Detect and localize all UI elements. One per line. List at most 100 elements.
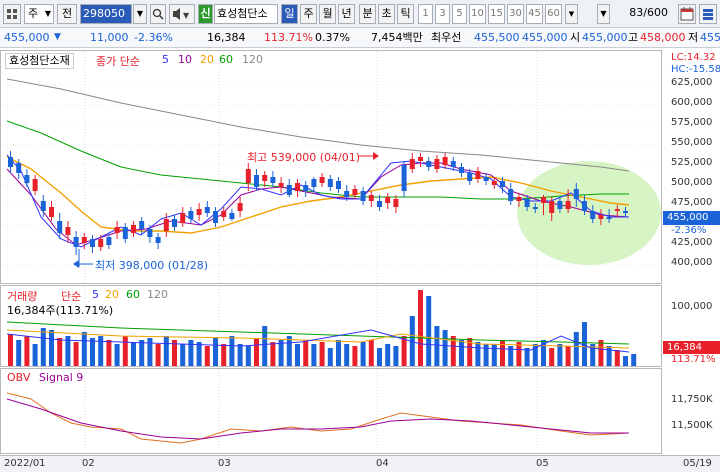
high-label: 고 xyxy=(628,31,639,44)
interval-1[interactable]: 1 xyxy=(418,4,433,24)
calendar-icon[interactable] xyxy=(678,4,696,24)
volume-bar xyxy=(254,338,259,366)
candle xyxy=(508,189,514,201)
candle xyxy=(131,225,136,233)
stack-icon[interactable] xyxy=(699,4,717,24)
volume-bar xyxy=(344,344,350,366)
volume-scale[interactable]: 100,000 16,384 113.71% xyxy=(663,285,720,367)
stock-name-field[interactable]: 효성첨단소 xyxy=(214,4,278,24)
ma60-label: 60 xyxy=(219,53,233,66)
obv-signal-line xyxy=(6,398,629,440)
candle xyxy=(319,177,325,183)
stock-code-input[interactable]: 298050 xyxy=(80,4,132,24)
down-arrow-icon: ▼ xyxy=(54,32,61,42)
market-type-select[interactable]: 주 ▼ xyxy=(24,4,54,24)
period-year[interactable]: 년 xyxy=(338,4,355,24)
price-scale[interactable]: LC:14.32 HC:-15.58 625,000 600,000 575,0… xyxy=(663,50,720,284)
new-tag[interactable]: 신 xyxy=(198,4,213,24)
volume-bar xyxy=(155,344,161,366)
chevron-down-icon[interactable]: ▼ xyxy=(565,4,578,24)
page-current[interactable]: 83 xyxy=(629,6,643,19)
scale-tick: 575,000 xyxy=(671,117,713,128)
scale-tick: 400,000 xyxy=(671,257,713,268)
interval-45[interactable]: 45 xyxy=(526,4,543,24)
candle xyxy=(385,197,391,203)
volume-bar xyxy=(32,344,38,366)
obv-scale-tick: 11,500K xyxy=(671,420,713,431)
interval-3[interactable]: 3 xyxy=(435,4,450,24)
period-minute[interactable]: 분 xyxy=(359,4,376,24)
volume-bar xyxy=(631,354,637,366)
volume-bar xyxy=(73,342,79,366)
stock-name-label: 효성첨단소재 xyxy=(9,54,70,67)
candle xyxy=(368,195,374,201)
obv-scale[interactable]: 11,750K 11,500K xyxy=(663,368,720,454)
speaker-icon[interactable]: ▼ xyxy=(169,4,195,24)
period-tick[interactable]: 틱 xyxy=(397,4,414,24)
volume-bar xyxy=(401,336,407,366)
candle xyxy=(582,201,587,211)
date-tick: 03 xyxy=(218,458,231,469)
candle xyxy=(344,191,350,197)
candle xyxy=(467,173,473,181)
period-second[interactable]: 초 xyxy=(378,4,395,24)
price-chart-pane[interactable]: 효성첨단소재 종가 단순 5 10 20 60 120 최고 539,000 (… xyxy=(0,50,662,284)
candle xyxy=(434,159,440,169)
candle xyxy=(352,189,358,195)
volume-bar xyxy=(270,342,276,366)
search-icon[interactable] xyxy=(150,4,166,24)
volume-bar xyxy=(303,340,309,366)
volume-bar xyxy=(491,344,497,366)
volume-bar xyxy=(114,344,120,366)
turnover-rate: 0.37% xyxy=(315,31,350,44)
candle xyxy=(409,159,415,169)
lc-label: LC:14.32 xyxy=(671,52,716,63)
candle xyxy=(598,215,604,219)
volume-scale-tick: 100,000 xyxy=(671,301,713,312)
high-price: 458,000 xyxy=(640,31,686,44)
volume-chart-pane[interactable]: 거래량 단순 5 20 60 120 16,384주(113.71%) xyxy=(0,285,662,367)
candle xyxy=(90,239,95,247)
obv-chart-pane[interactable]: OBV Signal 9 xyxy=(0,368,662,454)
chevron-down-icon[interactable]: ▼ xyxy=(597,4,610,24)
volume-bar xyxy=(311,344,317,366)
volume-bar xyxy=(180,344,186,366)
date-axis[interactable]: 2022/01 02 03 04 05 05/19 xyxy=(0,455,720,472)
chevron-down-icon[interactable]: ▼ xyxy=(133,4,147,24)
low-price: 455 xyxy=(700,31,720,44)
interval-5[interactable]: 5 xyxy=(452,4,467,24)
candle xyxy=(516,197,522,201)
candle xyxy=(213,211,218,223)
candle xyxy=(286,185,292,195)
period-week[interactable]: 주 xyxy=(300,4,317,24)
candle xyxy=(73,237,79,247)
interval-30[interactable]: 30 xyxy=(507,4,524,24)
grid-menu-icon[interactable] xyxy=(3,4,21,24)
candle xyxy=(623,211,628,213)
all-button[interactable]: 전 xyxy=(57,4,77,24)
interval-10[interactable]: 10 xyxy=(469,4,486,24)
volume-bar xyxy=(163,336,169,366)
candle xyxy=(483,177,489,181)
volume-bar xyxy=(213,338,218,366)
volume-bar xyxy=(245,346,251,366)
candle xyxy=(57,221,63,233)
candle xyxy=(245,169,251,183)
interval-60[interactable]: 60 xyxy=(545,4,562,24)
interval-15[interactable]: 15 xyxy=(488,4,505,24)
highlight-ellipse xyxy=(517,161,661,265)
volume-bar xyxy=(377,348,382,366)
scale-tick: 475,000 xyxy=(671,197,713,208)
volume-bar xyxy=(368,340,374,366)
period-month[interactable]: 월 xyxy=(319,4,336,24)
period-day[interactable]: 일 xyxy=(281,4,298,24)
candle xyxy=(40,201,46,211)
volume-bar xyxy=(8,334,13,366)
volume-bar xyxy=(524,348,530,366)
scale-tick: 550,000 xyxy=(671,137,713,148)
volume-bar xyxy=(352,346,358,366)
page-counter: 83/600 xyxy=(620,4,668,24)
candle xyxy=(418,157,423,161)
low-arrow-head xyxy=(73,260,79,268)
scale-tick: 500,000 xyxy=(671,177,713,188)
